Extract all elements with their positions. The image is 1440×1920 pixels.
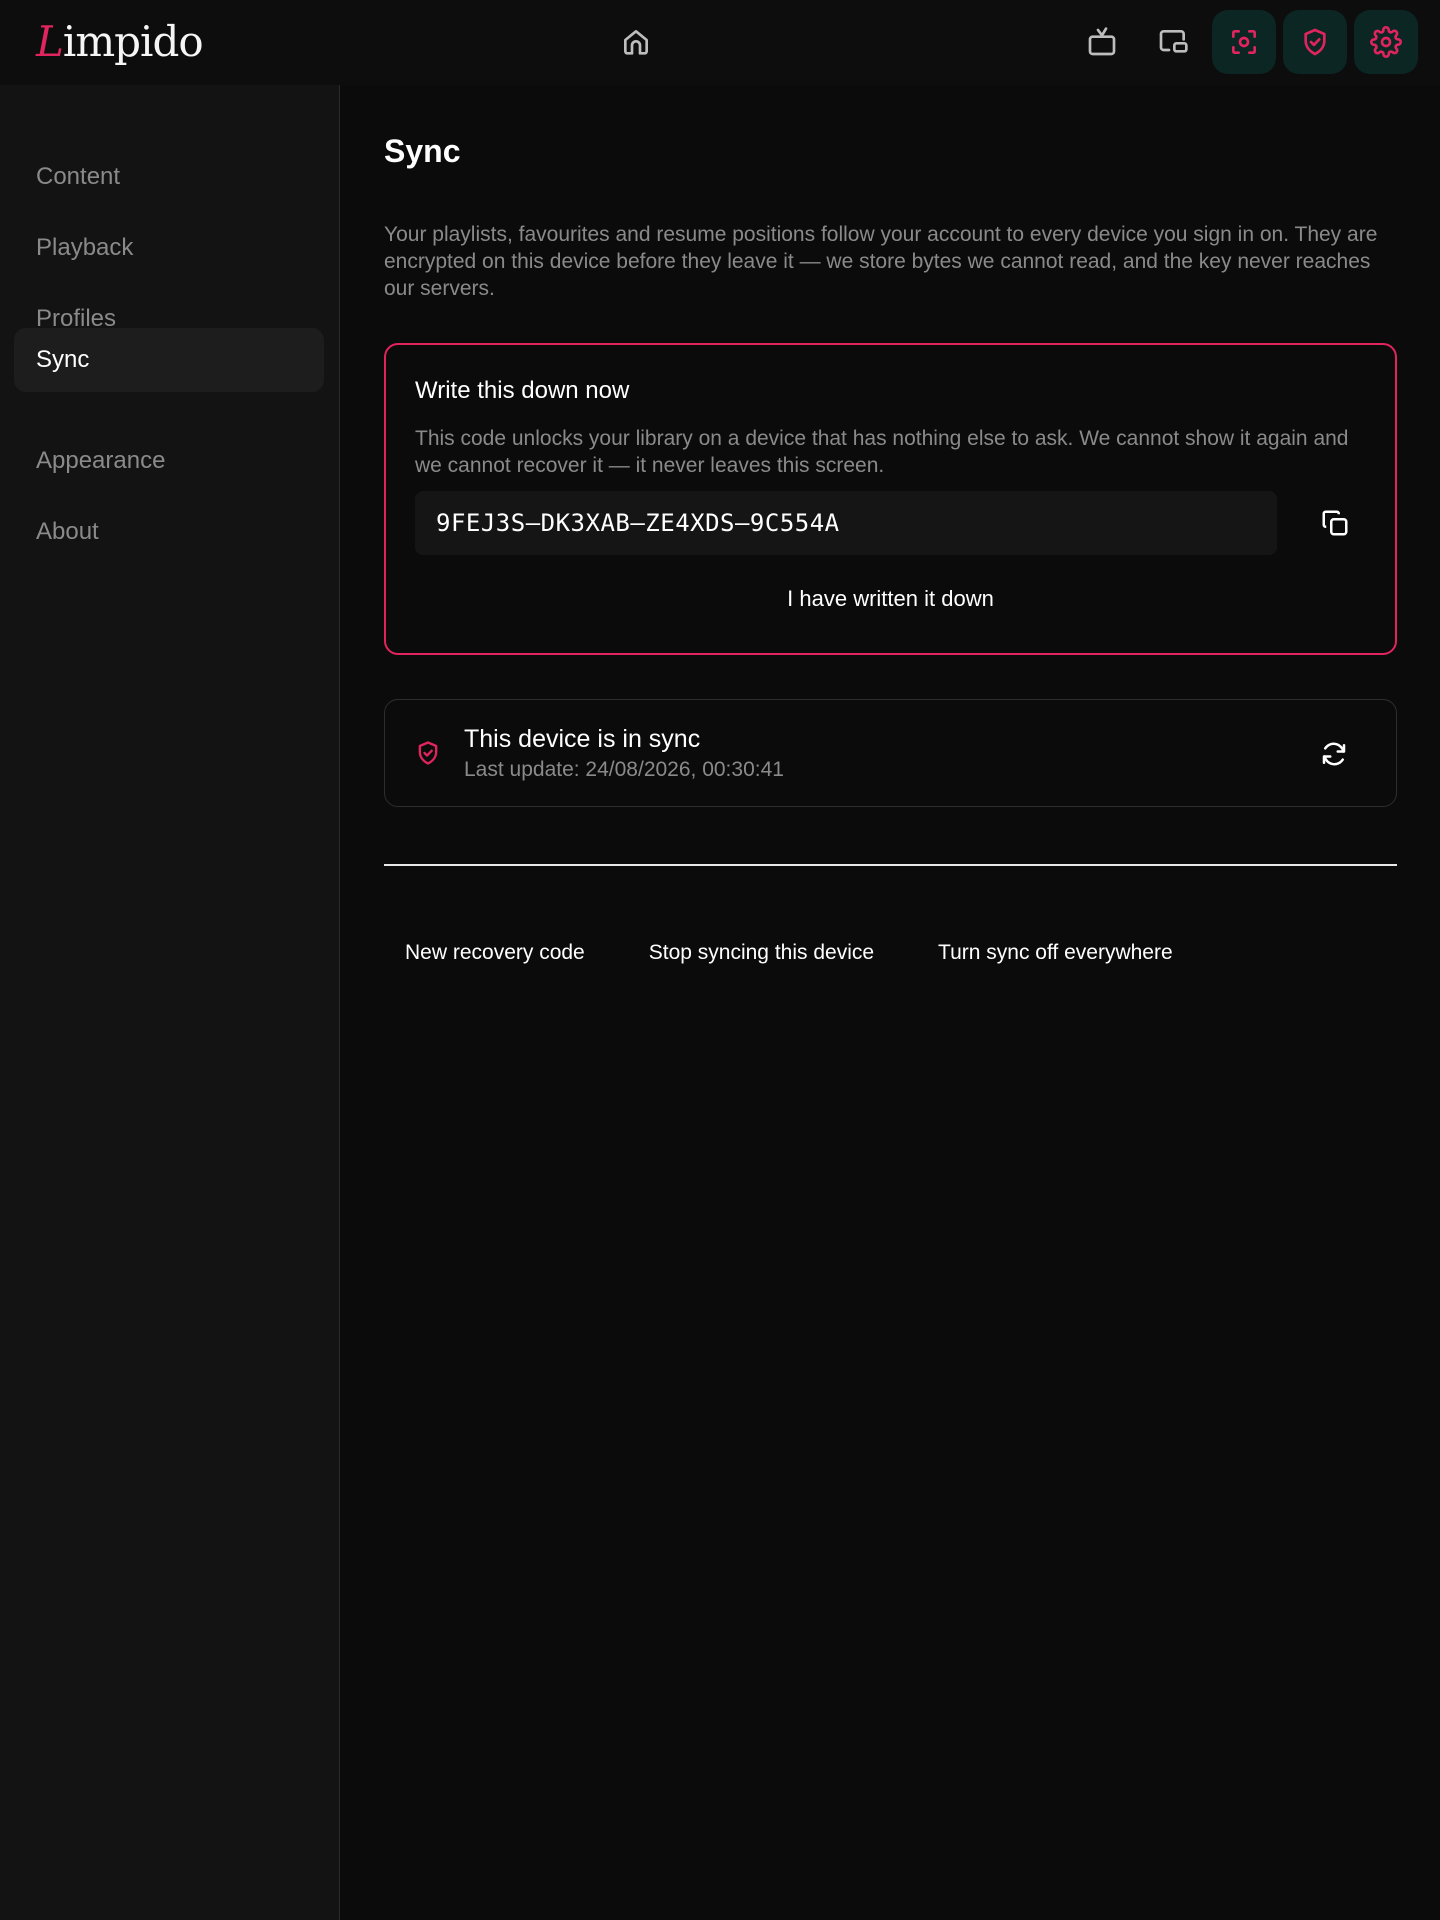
stop-syncing-device-button[interactable]: Stop syncing this device — [628, 925, 895, 981]
home-button[interactable] — [604, 10, 668, 74]
sidebar-item-appearance[interactable]: Appearance — [14, 429, 324, 493]
top-bar: Limpido — [0, 0, 1440, 85]
sidebar-item-playback[interactable]: Playback — [14, 216, 324, 280]
new-recovery-code-button[interactable]: New recovery code — [384, 925, 606, 981]
home-icon — [624, 30, 648, 55]
page-title: Sync — [384, 133, 461, 169]
sidebar-item-about[interactable]: About — [14, 500, 324, 564]
recovery-card-title: Write this down now — [415, 377, 630, 404]
settings-sidebar: Content Playback Profiles Sync Appearanc… — [0, 85, 340, 1920]
settings-button[interactable] — [1354, 10, 1418, 74]
security-button[interactable] — [1283, 10, 1347, 74]
sidebar-item-content[interactable]: Content — [14, 145, 324, 209]
tv-button[interactable] — [1070, 10, 1134, 74]
sync-actions: New recovery code Stop syncing this devi… — [384, 925, 1216, 981]
refresh-sync-button[interactable] — [1310, 730, 1358, 778]
confirm-written-button[interactable]: I have written it down — [386, 577, 1395, 621]
picture-in-picture-button[interactable] — [1141, 10, 1205, 74]
last-update-text: Last update: 24/08/2026, 00:30:41 — [464, 758, 784, 781]
recovery-card-text: This code unlocks your library on a devi… — [415, 427, 1349, 477]
refresh-icon — [1322, 742, 1346, 766]
copy-icon — [1322, 510, 1348, 536]
sidebar-item-sync[interactable]: Sync — [14, 328, 324, 392]
shield-check-icon — [1304, 28, 1326, 56]
focus-scan-button[interactable] — [1212, 10, 1276, 74]
sync-description: Your playlists, favourites and resume po… — [384, 223, 1378, 300]
recovery-code-field[interactable] — [415, 491, 1277, 555]
focus-scan-icon — [1232, 30, 1256, 54]
shield-check-icon — [414, 739, 442, 767]
tv-icon — [1088, 27, 1116, 56]
copy-code-button[interactable] — [1311, 499, 1359, 547]
sync-status-card: This device is in sync Last update: 24/0… — [384, 699, 1397, 807]
section-divider — [384, 864, 1397, 866]
turn-sync-off-everywhere-button[interactable]: Turn sync off everywhere — [917, 925, 1194, 981]
picture-in-picture-icon — [1159, 30, 1188, 53]
sync-status-title: This device is in sync — [464, 725, 701, 753]
app-logo[interactable]: Limpido — [36, 16, 204, 68]
recovery-code-card: Write this down now This code unlocks yo… — [384, 343, 1397, 655]
gear-icon — [1370, 26, 1402, 58]
